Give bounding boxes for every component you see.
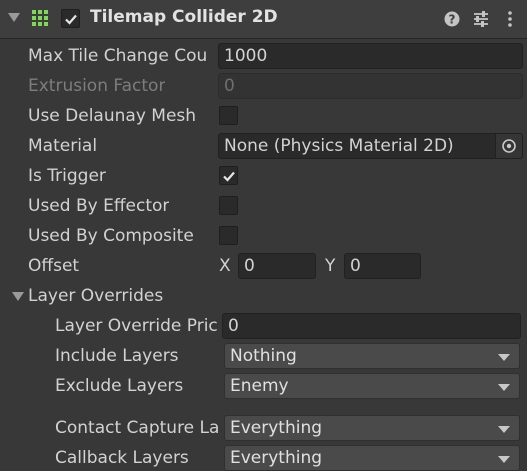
layer-override-priority-label: Layer Override Pric (55, 316, 218, 336)
layer-overrides-foldout-icon[interactable] (12, 292, 24, 301)
kebab-menu-icon[interactable] (500, 9, 520, 29)
use-delaunay-mesh-checkbox[interactable] (219, 106, 238, 125)
help-icon[interactable]: ? (442, 9, 462, 29)
callback-layers-value: Everything (230, 448, 323, 468)
used-by-effector-label: Used By Effector (28, 196, 170, 216)
extrusion-factor-field[interactable]: 0 (218, 73, 523, 99)
component-enabled-checkbox[interactable] (61, 9, 80, 28)
object-picker-icon (502, 139, 516, 153)
offset-x-label: X (219, 256, 231, 276)
foldout-arrow-icon[interactable] (8, 13, 20, 22)
exclude-layers-value: Enemy (230, 376, 289, 396)
extrusion-factor-label: Extrusion Factor (28, 76, 166, 96)
svg-text:?: ? (449, 13, 456, 27)
is-trigger-label: Is Trigger (28, 166, 106, 186)
include-layers-value: Nothing (230, 346, 297, 366)
offset-y-field[interactable]: 0 (344, 253, 421, 279)
material-object-field[interactable]: None (Physics Material 2D) (218, 133, 523, 159)
used-by-effector-checkbox[interactable] (219, 196, 238, 215)
contact-capture-layers-value: Everything (230, 418, 323, 438)
max-tile-change-count-field[interactable]: 1000 (218, 43, 523, 69)
component-header[interactable]: Tilemap Collider 2D ? (0, 0, 527, 39)
component-title: Tilemap Collider 2D (90, 7, 278, 27)
layer-overrides-foldout[interactable]: Layer Overrides (28, 283, 163, 309)
contact-capture-layers-dropdown[interactable]: Everything (224, 415, 520, 441)
presets-icon[interactable] (471, 9, 491, 29)
layer-override-priority-field[interactable]: 0 (222, 313, 521, 339)
object-picker-button[interactable] (495, 134, 522, 158)
is-trigger-checkbox[interactable] (219, 166, 238, 185)
max-tile-change-count-label: Max Tile Change Cou (28, 46, 208, 66)
used-by-composite-checkbox[interactable] (219, 226, 238, 245)
offset-x-field[interactable]: 0 (238, 253, 316, 279)
exclude-layers-label: Exclude Layers (55, 376, 184, 396)
contact-capture-layers-label: Contact Capture La (55, 418, 220, 438)
chevron-down-icon (498, 426, 510, 433)
used-by-composite-label: Used By Composite (28, 226, 194, 246)
chevron-down-icon (498, 456, 510, 463)
exclude-layers-dropdown[interactable]: Enemy (224, 373, 520, 399)
chevron-down-icon (498, 354, 510, 361)
material-label: Material (28, 136, 98, 156)
chevron-down-icon (498, 384, 510, 391)
material-value: None (Physics Material 2D) (224, 136, 454, 156)
offset-y-label: Y (325, 256, 336, 276)
callback-layers-label: Callback Layers (55, 448, 189, 468)
offset-label: Offset (28, 256, 80, 276)
checkmark-icon (223, 171, 235, 182)
checkmark-icon (65, 14, 77, 25)
use-delaunay-mesh-label: Use Delaunay Mesh (28, 106, 197, 126)
tilemap-grid-icon (32, 10, 48, 26)
include-layers-dropdown[interactable]: Nothing (224, 343, 520, 369)
include-layers-label: Include Layers (55, 346, 179, 366)
callback-layers-dropdown[interactable]: Everything (224, 445, 520, 471)
